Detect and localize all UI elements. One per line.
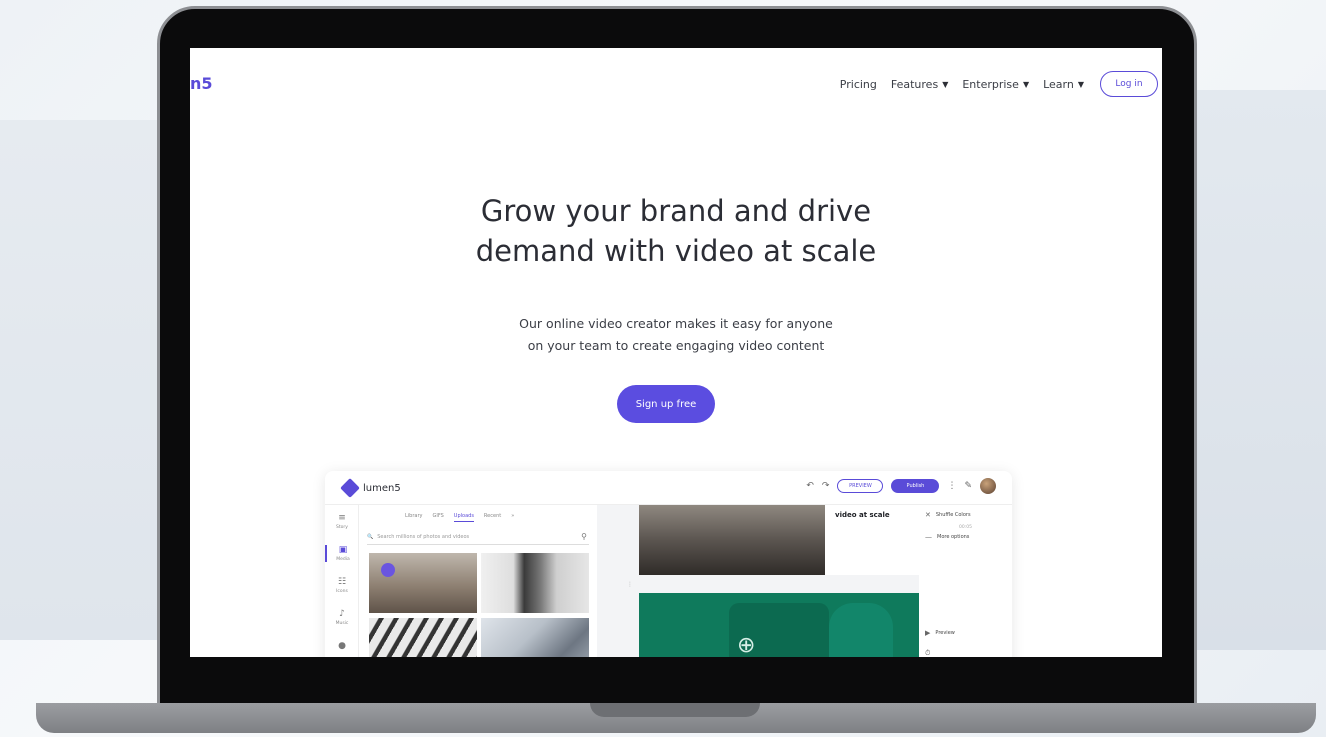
media-tabs: Library GIFS Uploads Recent »: [405, 513, 514, 522]
rail-item-label: Icons: [336, 589, 348, 594]
nav-enterprise-label: Enterprise: [962, 77, 1019, 91]
redo-icon: ↷: [821, 481, 830, 491]
search-icon: 🔍: [367, 533, 374, 540]
nav-features[interactable]: Features ▼: [891, 78, 948, 91]
hero-headline: Grow your brand and drive demand with vi…: [190, 191, 1162, 271]
lumen5-logo-icon: [340, 478, 360, 498]
scene-duration: 00:05: [959, 525, 972, 530]
media-panel: Library GIFS Uploads Recent » 🔍 Search m…: [363, 505, 593, 657]
media-thumbnail: [481, 618, 589, 657]
icons-icon: ☷: [337, 577, 347, 587]
dash-icon: —: [925, 533, 932, 541]
more-options-label: More options: [937, 534, 970, 540]
nav-pricing[interactable]: Pricing: [840, 78, 877, 91]
handshake-icon: ⊕: [737, 633, 756, 657]
rail-item-story: ≡ Story: [325, 513, 359, 530]
media-thumbnail: [369, 553, 477, 613]
nav-links: Pricing Features ▼ Enterprise ▼ Learn ▼ …: [840, 71, 1158, 97]
overflow-icon: »: [511, 513, 515, 519]
media-icon: ▣: [338, 545, 348, 555]
music-icon: ♪: [339, 609, 345, 619]
shuffle-icon: ✕: [925, 511, 931, 519]
hero-subtext: Our online video creator makes it easy f…: [190, 313, 1162, 357]
chevron-down-icon: ▼: [1077, 79, 1084, 89]
story-icon: ≡: [338, 513, 346, 523]
app-toolbar: lumen5 ↶ ↷ PREVIEW Publish ⋮ ✎: [325, 471, 1012, 505]
rail-item-label: Music: [335, 621, 349, 626]
app-side-rail: ≡ Story ▣ Media ☷ Icons ♪ Music ●: [325, 505, 359, 657]
avatar: [980, 478, 996, 494]
more-vertical-icon: ⋮: [947, 481, 957, 491]
media-thumbnail: [369, 618, 477, 657]
laptop-screen: n5 Pricing Features ▼ Enterprise ▼ Learn…: [190, 48, 1162, 657]
preview-option: ▶ Preview: [925, 629, 955, 637]
media-search: 🔍 Search millions of photos and videos ⚲: [367, 529, 589, 545]
filter-icon: ⚲: [581, 532, 587, 541]
hero-subtext-line1: Our online video creator makes it easy f…: [519, 316, 833, 331]
scene-image: [639, 505, 825, 575]
shuffle-colors-option: ✕ Shuffle Colors: [925, 511, 971, 519]
rail-item-label: Story: [336, 525, 348, 530]
shuffle-label: Shuffle Colors: [935, 512, 971, 518]
shape-icon: ●: [338, 641, 346, 651]
media-search-placeholder: Search millions of photos and videos: [377, 533, 470, 540]
media-thumbnail: [481, 553, 589, 613]
tab-library: Library: [405, 513, 423, 519]
site-logo[interactable]: n5: [190, 74, 213, 93]
scene-options-panel: ✕ Shuffle Colors 00:05 — More options ▶ …: [919, 505, 1012, 657]
rail-item-more: ●: [325, 641, 359, 653]
background-building-right: [1186, 90, 1326, 650]
scene-panel: [829, 603, 893, 657]
rail-item-media: ▣ Media: [325, 545, 359, 562]
scene-card: video at scale: [639, 505, 919, 575]
timer-icon: ⏱: [925, 649, 931, 657]
rail-item-music: ♪ Music: [325, 609, 359, 626]
timer-option: ⏱: [925, 649, 930, 657]
app-publish-button: Publish: [891, 479, 940, 493]
signup-button[interactable]: Sign up free: [617, 385, 715, 423]
nav-enterprise[interactable]: Enterprise ▼: [962, 78, 1029, 91]
undo-icon: ↶: [806, 481, 814, 491]
rail-item-icons: ☷ Icons: [325, 577, 359, 594]
laptop-notch: [590, 703, 760, 717]
more-options: — More options: [925, 533, 969, 541]
scene-text: video at scale: [835, 511, 890, 519]
tab-recent: Recent: [483, 513, 502, 519]
app-toolbar-actions: ↶ ↷ PREVIEW Publish ⋮ ✎: [806, 478, 996, 494]
top-nav: n5 Pricing Features ▼ Enterprise ▼ Learn…: [190, 48, 1162, 112]
app-logo: lumen5: [340, 478, 401, 498]
scene-handle-icon: ⋮: [627, 581, 633, 588]
tab-uploads: Uploads: [453, 513, 474, 522]
hero-headline-line2: demand with video at scale: [475, 234, 877, 268]
chevron-down-icon: ▼: [1022, 79, 1030, 89]
nav-pricing-label: Pricing: [839, 77, 877, 91]
background-building-left: [0, 120, 160, 640]
preview-label: Preview: [935, 630, 955, 636]
hero-subtext-line2: on your team to create engaging video co…: [527, 338, 825, 353]
app-logo-text: lumen5: [363, 482, 401, 494]
nav-features-label: Features: [890, 77, 939, 91]
nav-learn[interactable]: Learn ▼: [1043, 78, 1084, 91]
login-button[interactable]: Log in: [1100, 71, 1158, 97]
notification-icon: ✎: [964, 481, 972, 491]
app-preview-mockup: lumen5 ↶ ↷ PREVIEW Publish ⋮ ✎ ≡ Story ▣…: [325, 471, 1012, 657]
scene-card: ⊕: [639, 593, 919, 657]
hero-headline-line1: Grow your brand and drive: [480, 194, 872, 228]
play-icon: ▶: [925, 629, 931, 637]
rail-item-label: Media: [336, 557, 350, 562]
scene-canvas: video at scale ⋮ ⊕: [597, 505, 919, 657]
app-preview-button: PREVIEW: [837, 479, 884, 493]
chevron-down-icon: ▼: [942, 79, 949, 89]
selection-dot-icon: [381, 563, 395, 577]
nav-learn-label: Learn: [1043, 77, 1074, 91]
tab-gifs: GIFS: [432, 513, 444, 519]
